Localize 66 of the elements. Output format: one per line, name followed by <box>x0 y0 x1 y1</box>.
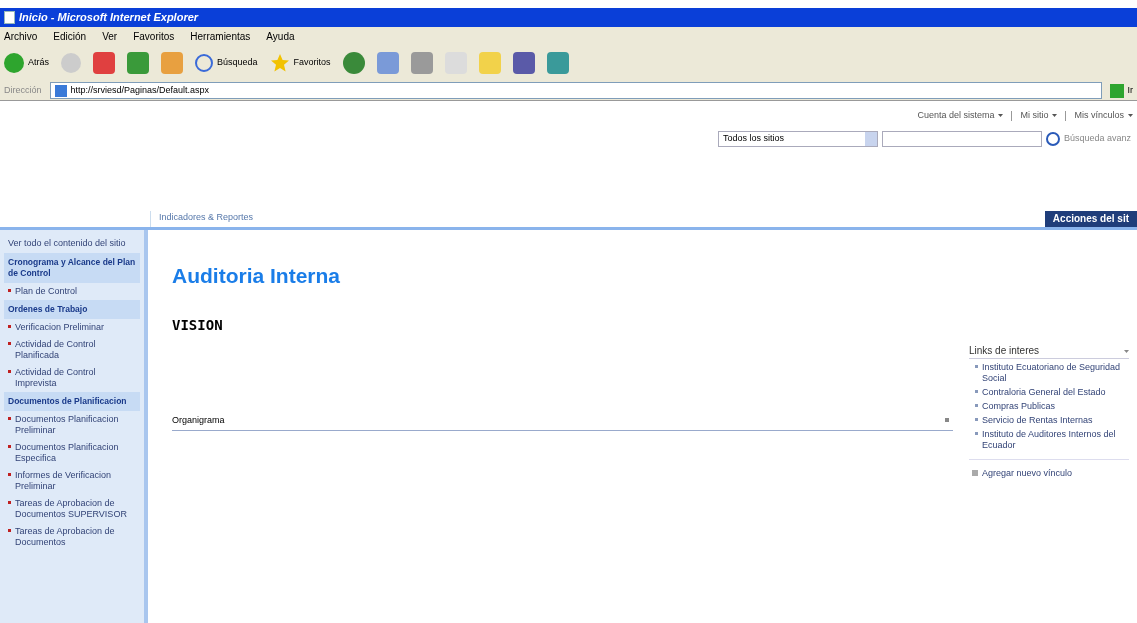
search-field[interactable] <box>882 130 1042 147</box>
sidebar-item[interactable]: Tareas de Aprobacion de Documentos <box>4 522 140 551</box>
menu-item[interactable]: Herramientas <box>190 28 251 44</box>
interest-link[interactable]: Instituto de Auditores Internos del Ecuador <box>969 425 1129 451</box>
bullet-icon <box>975 417 978 421</box>
go-button[interactable]: Ir <box>1109 83 1133 98</box>
interest-link[interactable]: Compras Publicas <box>969 397 1129 412</box>
window-title: Inicio - Microsoft Internet Explorer <box>19 10 199 26</box>
bullet-icon <box>8 528 11 532</box>
bullet-icon <box>8 416 11 420</box>
sidebar-item[interactable]: Tareas de Aprobacion de Documentos SUPERVISOR <box>4 494 140 523</box>
advanced-search-link[interactable]: Búsqueda avanz <box>1064 131 1132 146</box>
sidebar-item[interactable]: Informes de Verificacion Preliminar <box>4 466 140 495</box>
caret-icon[interactable] <box>1124 349 1129 353</box>
sidebar-item[interactable]: Documentos Planificacion Especifica <box>4 438 140 467</box>
menu-item[interactable]: Edición <box>53 28 87 44</box>
page-title: Auditoria Interna <box>172 262 341 289</box>
menu-item[interactable]: Ayuda <box>266 28 295 44</box>
sidebar-heading[interactable]: Ordenes de Trabajo <box>4 299 140 319</box>
bullet-icon <box>975 431 978 435</box>
back-button[interactable]: Atrás <box>4 53 49 73</box>
scope-dropdown[interactable]: Todos los sitios <box>718 130 878 147</box>
bullet-icon <box>8 341 11 345</box>
sidebar-item[interactable]: Plan de Control <box>4 282 140 300</box>
sidebar-item[interactable]: Documentos Planificacion Preliminar <box>4 410 140 439</box>
address-field[interactable]: http://srviesd/Paginas/Default.aspx <box>49 82 1102 99</box>
interest-link[interactable]: Servicio de Rentas Internas <box>969 411 1129 426</box>
view-all-link[interactable]: Ver todo el contenido del sitio <box>4 233 140 253</box>
caret-icon <box>998 114 1004 118</box>
bullet-icon <box>975 403 978 407</box>
bullet-icon <box>8 324 11 328</box>
top-link[interactable]: Mi sitio <box>1020 109 1058 123</box>
star-icon <box>269 53 290 73</box>
sidebar-item[interactable]: Actividad de Control Imprevista <box>4 363 140 392</box>
interest-link[interactable]: Contraloria General del Estado <box>969 383 1129 398</box>
add-link[interactable]: Agregar nuevo vínculo <box>982 467 1073 479</box>
bullet-icon <box>8 500 11 504</box>
menu-item[interactable]: Archivo <box>4 28 38 44</box>
caret-icon <box>1052 114 1058 118</box>
sidebar-heading[interactable]: Cronograma y Alcance del Plan de Control <box>4 252 140 283</box>
links-panel-header: Links de interes <box>969 344 1129 359</box>
menu-item[interactable]: Ver <box>102 28 118 44</box>
top-link[interactable]: Cuenta del sistema <box>917 109 1004 123</box>
bullet-icon <box>8 369 11 373</box>
interest-link[interactable]: Instituto Ecuatoriano de Seguridad Social <box>969 358 1129 384</box>
address-label: Dirección <box>4 83 42 97</box>
bullet-icon <box>8 444 11 448</box>
caret-icon <box>1128 114 1133 118</box>
search-icon[interactable] <box>1046 131 1060 146</box>
bullet-icon <box>8 472 11 476</box>
menu-item[interactable]: Favoritos <box>133 28 175 44</box>
search-button[interactable]: Búsqueda <box>195 54 258 72</box>
sidebar-item[interactable]: Verificacion Preliminar <box>4 318 140 336</box>
sidebar-heading[interactable]: Documentos de Planificacion <box>4 391 140 411</box>
bullet-icon <box>975 389 978 393</box>
web-part-header: Organigrama <box>172 414 953 431</box>
bullet-icon <box>975 364 978 368</box>
vision-heading: VISION <box>172 316 224 335</box>
favorites-button[interactable]: Favoritos <box>269 53 331 73</box>
nav-tab[interactable]: Indicadores & Reportes <box>150 210 262 227</box>
ie-page-icon <box>4 11 15 24</box>
top-link[interactable]: Mis vínculos <box>1074 109 1133 123</box>
bullet-icon <box>8 288 11 292</box>
site-actions-button[interactable]: Acciones del sit <box>1044 210 1137 227</box>
magnifier-icon <box>195 54 213 72</box>
sidebar-item[interactable]: Actividad de Control Planificada <box>4 335 140 364</box>
